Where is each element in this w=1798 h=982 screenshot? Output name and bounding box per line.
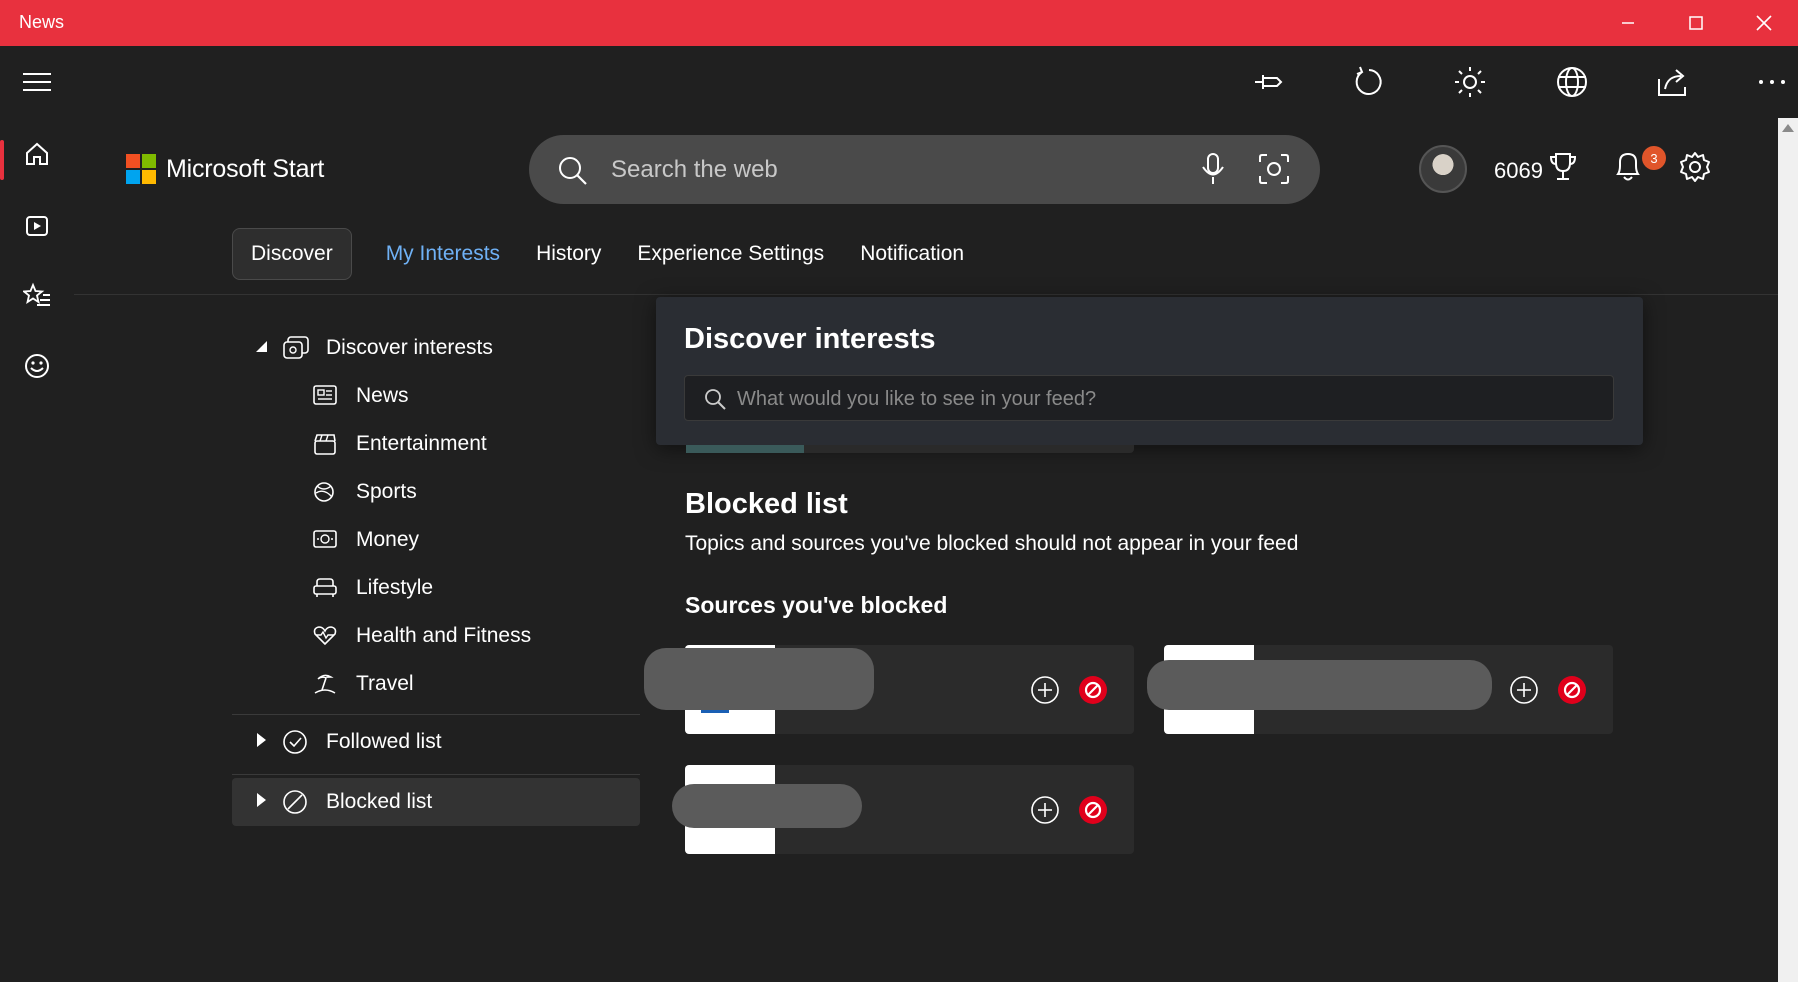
tree-label: Travel	[356, 672, 414, 695]
news-icon	[312, 384, 338, 411]
brand-name: Microsoft Start	[166, 154, 325, 183]
brand[interactable]: Microsoft Start	[126, 154, 324, 184]
money-icon	[312, 528, 338, 555]
tree-label: News	[356, 384, 409, 407]
gear-icon[interactable]	[1678, 150, 1712, 189]
more-icon[interactable]	[1752, 62, 1792, 102]
tree-item-news[interactable]: News	[232, 372, 640, 418]
tree-label: Sports	[356, 480, 417, 503]
notification-badge: 3	[1642, 146, 1666, 170]
unblock-button[interactable]	[1078, 675, 1108, 710]
tree-item-discover-interests[interactable]: Discover interests	[232, 324, 640, 372]
travel-icon	[312, 672, 338, 701]
tree-label: Lifestyle	[356, 576, 434, 599]
caret-right-icon[interactable]	[254, 732, 268, 753]
close-button[interactable]	[1730, 0, 1798, 46]
tree-item-sports[interactable]: Sports	[232, 468, 640, 514]
tree-label: Money	[356, 528, 420, 551]
share-icon[interactable]	[1652, 62, 1692, 102]
tab-discover[interactable]: Discover	[232, 228, 352, 280]
check-circle-icon	[282, 729, 308, 760]
tree-item-lifestyle[interactable]: Lifestyle	[232, 564, 640, 610]
tree-label: Entertainment	[356, 432, 487, 455]
interest-card-peek	[686, 445, 1134, 453]
brightness-icon[interactable]	[1450, 62, 1490, 102]
tree-label: Blocked list	[326, 790, 433, 813]
tree-item-travel[interactable]: Travel	[232, 660, 640, 706]
tree-item-blocked-list[interactable]: Blocked list	[232, 778, 640, 826]
tabs-divider	[74, 294, 1778, 295]
tree-divider	[232, 714, 640, 715]
tree-item-money[interactable]: Money	[232, 516, 640, 562]
home-icon[interactable]	[0, 124, 74, 184]
interest-search-input[interactable]: What would you like to see in your feed?	[684, 375, 1614, 421]
tab-experience-settings[interactable]: Experience Settings	[619, 228, 842, 280]
popup-title: Discover interests	[684, 323, 936, 355]
tree-item-followed-list[interactable]: Followed list	[232, 718, 640, 766]
interest-thumbnail	[686, 445, 804, 453]
redaction-mark	[644, 648, 874, 710]
tree-label: Discover interests	[326, 336, 493, 359]
clapperboard-icon	[312, 432, 338, 461]
tab-my-interests[interactable]: My Interests	[368, 228, 518, 280]
search-icon	[703, 387, 727, 416]
globe-icon[interactable]	[1552, 62, 1592, 102]
tree-label: Followed list	[326, 730, 442, 753]
sofa-icon	[312, 576, 338, 603]
rewards-points: 6069	[1494, 158, 1543, 183]
visual-search-icon[interactable]	[1257, 152, 1291, 191]
tab-bar: Discover My Interests History Experience…	[232, 228, 982, 280]
toolbar	[0, 46, 1798, 118]
title-bar: News	[0, 0, 1798, 46]
redaction-mark	[672, 784, 862, 828]
trophy-icon[interactable]	[1548, 151, 1578, 188]
block-icon	[282, 789, 308, 820]
blocked-list-description: Topics and sources you've blocked should…	[685, 532, 1299, 555]
tree-item-health-and-fitness[interactable]: Health and Fitness	[232, 612, 640, 658]
heart-pulse-icon	[312, 624, 338, 651]
refresh-icon[interactable]	[1349, 62, 1389, 102]
tree-item-entertainment[interactable]: Entertainment	[232, 420, 640, 466]
search-icon	[557, 155, 589, 192]
sports-icon	[312, 480, 338, 509]
follow-button[interactable]	[1030, 795, 1060, 830]
maximize-button[interactable]	[1662, 0, 1730, 46]
emoji-icon[interactable]	[0, 336, 74, 396]
tab-notification[interactable]: Notification	[842, 228, 982, 280]
caret-down-icon[interactable]	[254, 339, 268, 358]
search-bar[interactable]: Search the web	[529, 135, 1320, 204]
caret-right-icon[interactable]	[254, 792, 268, 813]
unblock-button[interactable]	[1078, 795, 1108, 830]
menu-icon[interactable]	[17, 62, 57, 102]
bell-icon[interactable]	[1612, 150, 1644, 189]
blocked-list-title: Blocked list	[685, 488, 848, 520]
discover-icon	[282, 335, 310, 366]
redaction-mark	[1147, 660, 1492, 710]
tree-label: Health and Fitness	[356, 624, 532, 647]
interest-search-placeholder: What would you like to see in your feed?	[737, 388, 1097, 410]
left-rail	[0, 118, 74, 982]
follow-button[interactable]	[1509, 675, 1539, 710]
follow-button[interactable]	[1030, 675, 1060, 710]
video-icon[interactable]	[0, 196, 74, 256]
scroll-up-arrow[interactable]	[1782, 124, 1794, 132]
pin-icon[interactable]	[1249, 62, 1289, 102]
scrollbar[interactable]	[1778, 118, 1798, 982]
sources-blocked-title: Sources you've blocked	[685, 592, 948, 618]
microphone-icon[interactable]	[1199, 152, 1227, 191]
app-title: News	[19, 12, 65, 32]
search-placeholder: Search the web	[611, 156, 778, 183]
discover-interests-popup: Discover interests What would you like t…	[656, 297, 1643, 445]
microsoft-logo	[126, 154, 156, 184]
tab-history[interactable]: History	[518, 228, 619, 280]
avatar[interactable]	[1419, 145, 1467, 193]
minimize-button[interactable]	[1594, 0, 1662, 46]
unblock-button[interactable]	[1557, 675, 1587, 710]
tree-divider	[232, 774, 640, 775]
favorites-icon[interactable]	[0, 266, 74, 326]
